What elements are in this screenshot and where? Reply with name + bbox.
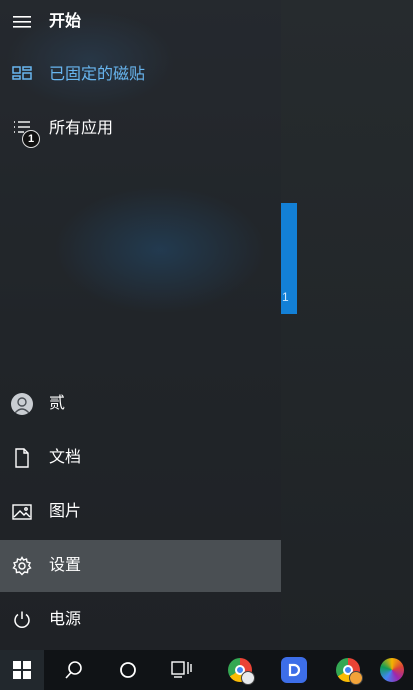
hamburger-icon[interactable]	[10, 10, 34, 34]
tiles-icon	[10, 63, 34, 87]
pictures-item[interactable]: 图片	[0, 486, 281, 538]
document-icon	[10, 446, 34, 470]
all-apps-item[interactable]: 所有应用	[0, 103, 281, 155]
user-name: 贰	[49, 395, 66, 412]
tile-text-fragment: 1	[282, 290, 289, 304]
start-header[interactable]: 开始	[0, 0, 281, 48]
colorful-app-icon[interactable]	[380, 650, 413, 690]
chrome-profile-2-icon[interactable]	[326, 650, 370, 690]
notification-badge: 1	[22, 130, 40, 148]
task-view-icon[interactable]	[160, 650, 204, 690]
documents-label: 文档	[49, 449, 82, 466]
documents-item[interactable]: 文档	[0, 432, 281, 484]
user-icon	[10, 392, 34, 416]
app-d-icon[interactable]	[272, 650, 316, 690]
pictures-label: 图片	[49, 503, 82, 520]
power-icon	[10, 608, 34, 632]
pinned-tiles-item[interactable]: 已固定的磁贴	[0, 49, 281, 101]
settings-label: 设置	[49, 557, 82, 574]
all-apps-label: 所有应用	[49, 120, 114, 137]
power-label: 电源	[49, 611, 82, 628]
tiles-area	[281, 0, 413, 650]
start-menu: 开始 已固定的磁贴 所有应用 1 贰 文档 图片 设置 电源	[0, 0, 281, 650]
gear-icon	[10, 554, 34, 578]
windows-start-icon[interactable]	[0, 650, 44, 690]
user-account-item[interactable]: 贰	[0, 378, 281, 430]
taskbar	[0, 650, 413, 690]
settings-item[interactable]: 设置	[0, 540, 281, 592]
pinned-tiles-label: 已固定的磁贴	[49, 66, 146, 83]
cortana-icon[interactable]	[106, 650, 150, 690]
power-item[interactable]: 电源	[0, 594, 281, 646]
search-icon[interactable]	[52, 650, 96, 690]
picture-icon	[10, 500, 34, 524]
chrome-profile-icon[interactable]	[218, 650, 262, 690]
start-title: 开始	[49, 13, 82, 30]
